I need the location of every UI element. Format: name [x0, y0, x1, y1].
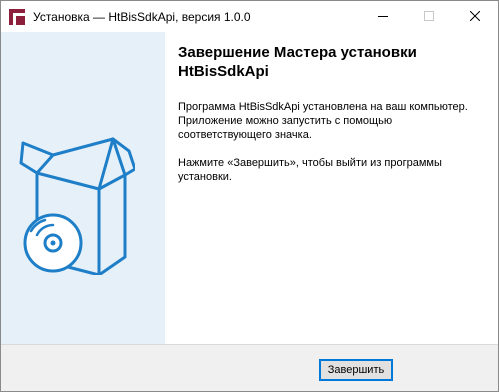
finish-instruction-text: Нажмите «Завершить», чтобы выйти из прог…	[178, 157, 442, 183]
installer-window: Установка — HtBisSdkApi, версия 1.0.0 За…	[0, 0, 499, 392]
install-complete-text: Программа HtBisSdkApi установлена на ваш…	[178, 101, 468, 141]
minimize-icon	[378, 16, 388, 17]
window-title: Установка — HtBisSdkApi, версия 1.0.0	[33, 10, 251, 24]
maximize-button	[406, 1, 452, 32]
maximize-icon	[424, 11, 434, 21]
footer-bar: Завершить	[1, 345, 498, 391]
title-bar[interactable]: Установка — HtBisSdkApi, версия 1.0.0	[1, 1, 498, 32]
minimize-button[interactable]	[360, 1, 406, 32]
close-button[interactable]	[452, 1, 498, 32]
installer-app-icon	[9, 9, 25, 25]
page-title: Завершение Мастера установки HtBisSdkApi	[178, 44, 417, 80]
finish-button[interactable]: Завершить	[319, 359, 393, 381]
wizard-banner	[1, 32, 165, 344]
close-icon	[470, 11, 480, 21]
software-box-cd-icon	[19, 137, 135, 275]
